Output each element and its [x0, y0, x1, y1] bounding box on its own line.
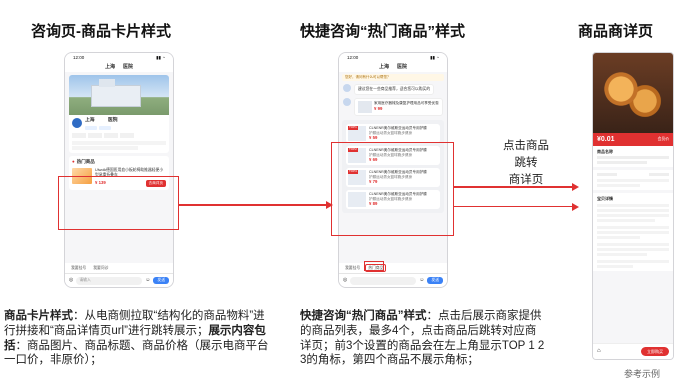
tab-register[interactable]: 我要挂号	[343, 265, 362, 272]
chat-header-city: 上海	[378, 63, 389, 70]
annotation-line-2: 跳转	[514, 157, 538, 169]
buy-now-button[interactable]: 立即购买	[641, 346, 669, 357]
input-bar: ◎ 请输入 ☺ 发送	[65, 273, 173, 287]
bot-message: 建议您在一些商品推荐，适合您可以购买的	[343, 84, 443, 95]
connector-line	[454, 206, 574, 207]
hot-product-label: 热门商品	[76, 159, 95, 165]
signal-icon: ▮▮ ◔	[430, 54, 439, 60]
highlight-hot-list	[331, 142, 454, 236]
send-button[interactable]: 发送	[153, 277, 169, 284]
store-tag	[85, 126, 97, 131]
status-time: 12:00	[73, 54, 85, 60]
chat-header: 上海 医院	[65, 62, 173, 72]
jump-annotation: 点击商品 跳转 商详页	[496, 138, 556, 189]
status-time: 12:00	[347, 54, 359, 60]
highlight-product-card	[58, 176, 179, 230]
message-bubble: 建议您在一些商品推荐，适合您可以购买的	[354, 84, 435, 95]
tab-register[interactable]: 我要挂号	[69, 265, 88, 272]
send-button[interactable]: 发送	[427, 277, 443, 284]
connector-line	[454, 186, 574, 188]
detail-section: 宝贝详情	[593, 193, 673, 272]
spec-block[interactable]	[593, 170, 673, 191]
detail-section-label: 宝贝详情	[597, 196, 613, 202]
store-title: 上海	[85, 118, 95, 123]
signal-icon: ▮▮ ◔	[156, 54, 165, 60]
info-chip	[104, 133, 118, 139]
phone-chat-card: 12:00 ▮▮ ◔ 上海 医院 上海 医院 ● 热门商品 Ulwolk德国医用…	[64, 52, 174, 288]
product-title: CLNENR奥尔维斯亚运动员专用护膝	[369, 125, 427, 130]
product-price: ¥ 59	[369, 135, 378, 141]
tab-consult[interactable]: 我要问诊	[91, 265, 110, 272]
desc-middle-bold-1: 快捷咨询“热门商品”样式	[300, 310, 427, 322]
quick-tabs: 我要挂号 我要问诊	[65, 263, 173, 273]
detail-price: ¥0.01	[597, 136, 615, 143]
description-hot-products: 快捷咨询“热门商品”样式：点击后展示商家提供的商品列表，最多4个，点击商品后跳转…	[300, 309, 546, 368]
product-hero-image	[593, 53, 673, 133]
info-chip	[120, 133, 134, 139]
bot-avatar	[343, 84, 351, 92]
chat-header-city: 上海	[104, 63, 115, 70]
top-badge: TOP1	[348, 124, 358, 130]
arrow-right-icon	[572, 183, 579, 191]
footnote-reference: 参考示例	[624, 369, 661, 379]
detail-product-name: 商品名称	[597, 149, 613, 155]
fire-icon: ●	[72, 159, 75, 165]
desc-left-text-2: ：商品图片、商品标题、商品价格（展示电商平台一口价，非原价）；	[4, 339, 269, 367]
description-card-style: 商品卡片样式：从电商侧拉取“结构化的商品物料”进行拼接和“商品详情页url”进行…	[4, 309, 276, 368]
annotation-line-1: 点击商品	[503, 140, 549, 152]
hospital-building-image	[69, 75, 169, 115]
price-tag: 会员价	[657, 137, 669, 142]
bot-avatar	[343, 97, 351, 106]
store-card[interactable]: 上海 医院	[69, 75, 169, 154]
status-bar: 12:00 ▮▮ ◔	[65, 53, 173, 62]
desc-left-bold-1: 商品卡片样式	[4, 310, 73, 322]
product-thumbnail: TOP1	[348, 124, 366, 141]
message-input[interactable]	[350, 276, 417, 285]
voice-icon[interactable]: ◎	[343, 277, 347, 284]
status-bar: 12:00 ▮▮ ◔	[339, 53, 447, 62]
emoji-icon[interactable]: ☺	[145, 277, 150, 284]
shop-icon[interactable]: ⌂	[597, 348, 601, 356]
bot-message: 家用医疗器械及康复护理用品可享受优惠 ¥ 99	[343, 97, 443, 116]
chat-header-hospital: 医院	[123, 63, 134, 70]
notice-bar: 您好，请问有什么可以帮您？	[342, 74, 444, 81]
phone-product-detail: ¥0.01 会员价 商品名称 宝贝详情 ⌂ 立即购买	[592, 52, 674, 360]
list-item[interactable]: TOP1 CLNENR奥尔维斯亚运动员专用护膝 护膝运动男女篮球跑步健身 ¥ 5…	[346, 123, 440, 143]
chat-header: 上海 医院	[339, 62, 447, 72]
price-banner: ¥0.01 会员价	[593, 133, 673, 147]
store-tag	[99, 126, 111, 131]
product-title: 家用医疗器械及康复护理用品可享受优惠	[374, 100, 439, 105]
detail-bottom-bar: ⌂ 立即购买	[593, 343, 673, 359]
product-info: 商品名称	[593, 146, 673, 168]
message-input[interactable]: 请输入	[76, 276, 143, 285]
section-title-hot-products: 快捷咨询“热门商品”样式	[300, 23, 466, 40]
input-bar: ◎ ☺ 发送	[339, 273, 447, 287]
store-avatar	[72, 118, 82, 128]
info-chip	[88, 133, 102, 139]
voice-icon[interactable]: ◎	[69, 277, 73, 284]
connector-line	[179, 204, 331, 206]
section-title-card-style: 咨询页-商品卡片样式	[31, 23, 171, 40]
chat-header-hospital: 医院	[397, 63, 408, 70]
section-title-product-detail: 商品商详页	[578, 23, 654, 40]
product-thumbnail	[358, 100, 372, 113]
quick-tabs: 我要挂号 热门商品	[339, 263, 447, 273]
info-chip	[72, 133, 86, 139]
emoji-icon[interactable]: ☺	[419, 277, 424, 284]
product-price: ¥ 99	[374, 105, 383, 111]
arrow-right-icon	[572, 203, 579, 211]
highlight-hot-tab	[364, 261, 384, 271]
store-subtitle: 医院	[107, 118, 118, 123]
product-bubble[interactable]: 家用医疗器械及康复护理用品可享受优惠 ¥ 99	[354, 97, 443, 116]
arrow-right-icon	[326, 201, 333, 209]
